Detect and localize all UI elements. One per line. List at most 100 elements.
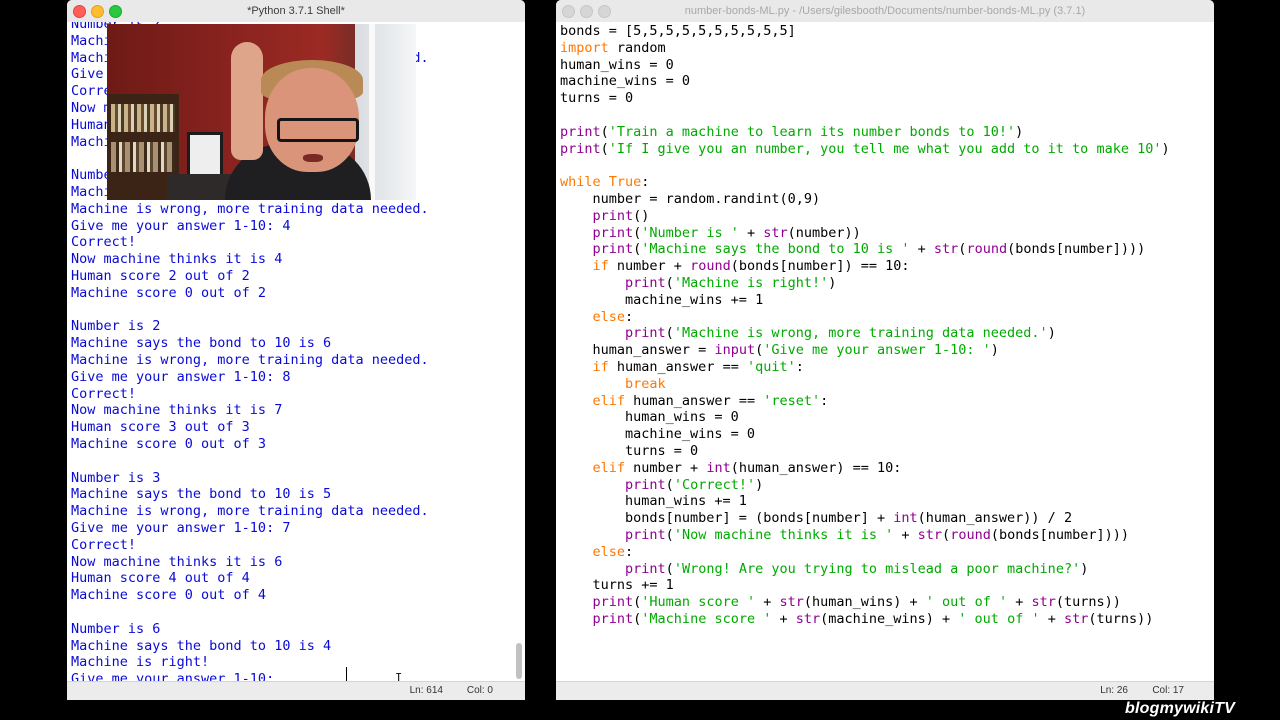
shell-output-line: Machine score 0 out of 2 xyxy=(71,284,267,301)
code-token: print xyxy=(560,123,601,140)
close-button[interactable] xyxy=(562,5,575,18)
maximize-button[interactable] xyxy=(109,5,122,18)
code-token: ( xyxy=(665,325,674,342)
code-token: ) xyxy=(1161,140,1170,157)
editor-titlebar[interactable]: number-bonds-ML.py - /Users/gilesbooth/D… xyxy=(556,0,1214,23)
shell-title: *Python 3.7.1 Shell* xyxy=(247,5,345,17)
code-line: human_wins = 0 xyxy=(560,57,674,74)
code-token: str xyxy=(1031,594,1056,611)
code-token: ( xyxy=(600,140,609,157)
code-token: (number)) xyxy=(787,224,861,241)
shell-titlebar[interactable]: *Python 3.7.1 Shell* xyxy=(67,0,525,23)
shell-output-line: Number is 6 xyxy=(71,620,161,637)
editor-window[interactable]: number-bonds-ML.py - /Users/gilesbooth/D… xyxy=(556,0,1214,700)
code-line: else: xyxy=(560,544,634,561)
close-button[interactable] xyxy=(73,5,86,18)
code-token: round xyxy=(690,258,731,275)
code-token: (bonds[number]))) xyxy=(990,527,1129,543)
shell-column-number: Col: 0 xyxy=(466,685,493,696)
shell-output-line: Number is 2 xyxy=(71,318,161,335)
code-token: round xyxy=(950,527,991,543)
code-token: ( xyxy=(755,342,764,359)
code-token: human_wins = 0 xyxy=(560,56,674,73)
maximize-button[interactable] xyxy=(598,5,611,18)
code-token: ) xyxy=(1047,325,1056,342)
code-token: (turns)) xyxy=(1055,594,1121,611)
minimize-button[interactable] xyxy=(580,5,593,18)
code-token: bonds[number] = (bonds[number] + xyxy=(560,510,894,527)
shell-output-line: Now machine thinks it is 6 xyxy=(71,553,283,570)
code-token: round xyxy=(966,241,1008,258)
code-token: + xyxy=(755,594,780,611)
code-token: + xyxy=(771,611,796,627)
code-token: 'Wrong! Are you trying to mislead a poor… xyxy=(673,560,1081,577)
editor-statusbar: Ln: 26 Col: 17 xyxy=(556,681,1214,700)
code-line: bonds[number] = (bonds[number] + int(hum… xyxy=(560,510,1072,527)
code-token: number + xyxy=(625,459,707,476)
code-token: machine_wins += 1 xyxy=(560,291,764,308)
shell-line-number: Ln: 614 xyxy=(409,685,443,696)
code-token: print xyxy=(592,207,634,224)
code-token: import xyxy=(560,39,609,56)
code-editor-area[interactable]: bonds = [5,5,5,5,5,5,5,5,5,5] import rand… xyxy=(556,22,1214,682)
code-line: print('Machine score ' + str(machine_win… xyxy=(560,611,1154,628)
code-token: ( xyxy=(942,527,951,543)
code-token: : xyxy=(641,174,650,191)
code-line: human_wins += 1 xyxy=(560,493,747,510)
code-token: + xyxy=(909,241,934,258)
code-token: ' out of ' xyxy=(958,611,1040,627)
code-line: print('Number is ' + str(number)) xyxy=(560,225,861,242)
code-token: ) xyxy=(990,342,999,359)
code-token: print xyxy=(625,476,666,493)
code-token: while xyxy=(560,174,601,191)
code-token: True xyxy=(608,174,642,191)
code-line: bonds = [5,5,5,5,5,5,5,5,5,5] xyxy=(560,23,796,40)
code-token: human_wins += 1 xyxy=(560,493,747,510)
code-token: str xyxy=(917,527,943,543)
shell-output-line: Machine is right! xyxy=(71,654,210,671)
shell-output-line: Now machine thinks it is 4 xyxy=(71,251,283,268)
code-token: + xyxy=(1007,594,1032,611)
code-token: 'If I give you an number, you tell me wh… xyxy=(608,140,1162,157)
code-line: if human_answer == 'quit': xyxy=(560,359,804,376)
code-line: else: xyxy=(560,309,634,326)
code-token: 'Now machine thinks it is ' xyxy=(673,527,894,543)
code-line: machine_wins += 1 xyxy=(560,292,763,309)
code-token: + xyxy=(1039,611,1064,627)
code-token: ' out of ' xyxy=(925,594,1008,611)
code-line: print('Machine says the bond to 10 is ' … xyxy=(560,241,1146,258)
shell-output-line: Give me your answer 1-10: 8 xyxy=(71,368,291,385)
code-token: str xyxy=(779,594,804,611)
code-token: 'Machine is wrong, more training data ne… xyxy=(673,325,1048,342)
window-controls xyxy=(73,5,127,18)
shell-output-line: Machine says the bond to 10 is 6 xyxy=(71,335,332,352)
code-line: turns += 1 xyxy=(560,577,674,594)
code-token: : xyxy=(795,359,804,375)
code-token: human_answer == xyxy=(608,359,747,375)
code-token: 'Human score ' xyxy=(641,594,756,611)
code-token: ( xyxy=(665,527,674,543)
shell-statusbar: Ln: 614 Col: 0 xyxy=(67,681,525,700)
shell-output-line: Human score 3 out of 3 xyxy=(71,419,250,436)
shell-output-line: Machine score 0 out of 4 xyxy=(71,587,267,604)
code-token: turns = 0 xyxy=(560,443,699,459)
code-token: + xyxy=(738,224,764,241)
code-line: number = random.randint(0,9) xyxy=(560,191,821,208)
code-token: 'Train a machine to learn its number bon… xyxy=(608,123,1016,140)
code-line: machine_wins = 0 xyxy=(560,426,755,443)
shell-output-line: Give me your answer 1-10: 7 xyxy=(71,520,291,536)
code-line: print('If I give you an number, you tell… xyxy=(560,141,1170,158)
code-token: ( xyxy=(600,123,609,140)
code-token: ( xyxy=(665,560,674,577)
shell-output-line: Machine is wrong, more training data nee… xyxy=(71,352,429,368)
minimize-button[interactable] xyxy=(91,5,104,18)
shell-scrollbar[interactable] xyxy=(516,643,522,679)
code-token: (human_wins) + xyxy=(803,594,926,611)
code-token: 'Machine is right!' xyxy=(673,275,829,291)
